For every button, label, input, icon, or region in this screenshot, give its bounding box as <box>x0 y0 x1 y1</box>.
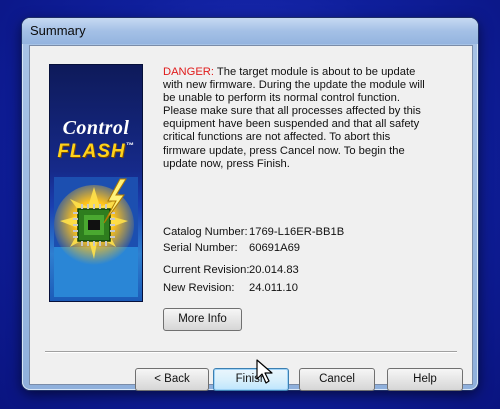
title-bar[interactable]: Summary <box>22 18 478 44</box>
new-revision-label: New Revision: <box>163 282 235 294</box>
back-button[interactable]: < Back <box>135 368 209 391</box>
controlflash-logo: Control FLASH™ <box>49 64 143 302</box>
logo-flash-word: FLASH <box>57 141 126 162</box>
danger-message: DANGER: The target module is about to be… <box>163 66 425 171</box>
serial-number-row: Serial Number: 60691A69 <box>163 242 300 254</box>
dialog-body: Control FLASH™ DANGER: The target module… <box>29 45 473 391</box>
new-revision-value: 24.011.10 <box>249 282 298 294</box>
new-revision-row: New Revision: 24.011.10 <box>163 282 298 294</box>
catalog-number-label: Catalog Number: <box>163 226 248 238</box>
finish-button[interactable]: Finish <box>213 368 289 391</box>
catalog-number-value: 1769-L16ER-BB1B <box>249 226 345 238</box>
serial-number-value: 60691A69 <box>249 242 301 254</box>
current-revision-label: Current Revision: <box>163 264 250 276</box>
more-info-button[interactable]: More Info <box>163 308 242 331</box>
logo-control-text: Control <box>62 117 130 139</box>
button-separator <box>45 351 457 353</box>
window-title: Summary <box>30 23 86 38</box>
current-revision-row: Current Revision:20.014.83 <box>163 264 299 276</box>
summary-dialog: Summary Control FLASH™ DANGER: The targe… <box>22 18 478 391</box>
danger-body: The target module is about to be update … <box>163 66 425 170</box>
logo-flash-text: FLASH™ <box>50 141 142 163</box>
logo-trademark: ™ <box>125 141 135 150</box>
pointer-cursor-icon <box>256 359 273 384</box>
serial-number-label: Serial Number: <box>163 242 238 254</box>
cancel-button[interactable]: Cancel <box>299 368 375 391</box>
current-revision-value: 20.014.83 <box>249 264 299 276</box>
danger-label: DANGER: <box>163 66 214 78</box>
catalog-number-row: Catalog Number:1769-L16ER-BB1B <box>163 226 344 238</box>
chip-lightning-icon <box>54 177 138 297</box>
help-button[interactable]: Help <box>387 368 463 391</box>
